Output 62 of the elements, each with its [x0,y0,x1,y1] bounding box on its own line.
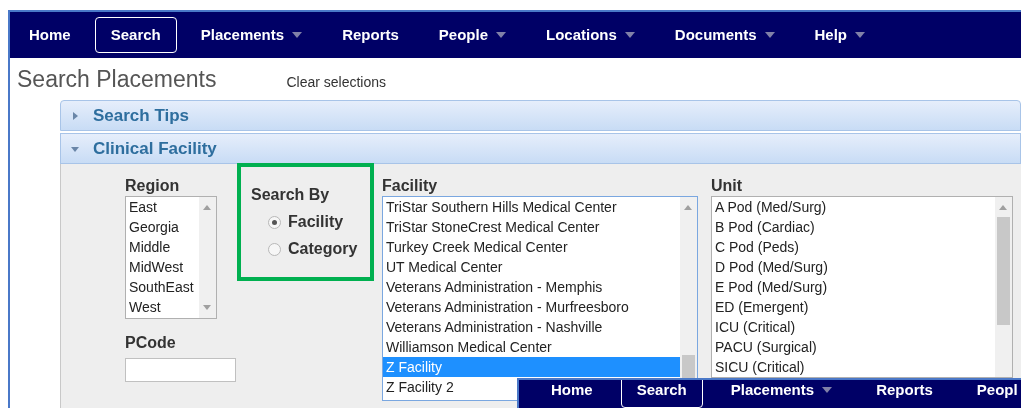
scroll-thumb[interactable] [997,217,1010,325]
field-label: Region [125,176,181,196]
list-box[interactable] [382,196,698,401]
list-box[interactable]: A Pod (Med/Surg) B Pod (Cardiac) C Pod (Peds) D Pod (Med/Surg) E Pod (Med/Surg) ED (Emergent) ICU (Critical) PACU (Surgical) SICU (Critical) [711,196,1013,378]
list-option[interactable]: E Pod (Med/Surg) [712,277,831,297]
nav-tab[interactable]: Placements [184,16,319,54]
nav-tab[interactable]: Peopl [960,380,1021,408]
list-option[interactable]: Middle [126,237,174,257]
list-option[interactable]: MidWest [126,257,187,277]
list-option[interactable]: ICU (Critical) [712,317,799,337]
list-option[interactable]: ED (Emergent) [712,297,812,317]
scroll-up-icon [203,205,211,210]
caret-right-icon [71,111,79,120]
nav-tab[interactable]: Home [535,380,609,408]
radio-button[interactable] [268,215,281,229]
list-option[interactable]: East [126,197,160,217]
radio-label: Category [288,239,358,259]
list-option[interactable]: Veterans Administration - Nashville [383,317,606,337]
list-option[interactable]: West [126,297,164,317]
list-option[interactable]: Veterans Administration - Murfreesboro [383,297,632,317]
list-option[interactable]: B Pod (Cardiac) [712,217,818,237]
radio-button[interactable] [268,242,281,256]
scroll-up-icon [999,205,1007,210]
field-label: Search By [251,185,331,205]
section-header[interactable]: Clinical Facility [60,133,1021,164]
nav-tab[interactable]: Reports [860,380,949,408]
list-option[interactable]: Z Facility 2 [383,377,457,397]
nav-tab[interactable]: Locations [530,16,651,54]
nav-tab[interactable]: Reports [326,16,415,54]
scroll-down-icon [203,305,211,310]
nav-tab[interactable]: People [422,16,522,54]
section-header[interactable]: Search Tips [60,100,1021,131]
nav-tab[interactable]: Search [620,380,703,408]
clear-selections-link[interactable]: Clear selections [286,72,387,93]
list-option[interactable]: TriStar StoneCrest Medical Center [383,217,603,237]
list-option[interactable]: Veterans Administration - Memphis [383,277,606,297]
list-option[interactable]: Turkey Creek Medical Center [383,237,571,257]
radio-label: Facility [288,212,344,232]
list-option[interactable]: TriStar Southern Hills Medical Center [383,197,620,217]
list-option[interactable]: Georgia [126,217,182,237]
list-option[interactable]: A Pod (Med/Surg) [712,197,830,217]
caret-down-icon [71,144,79,153]
field-label: Unit [711,176,744,196]
list-option[interactable]: D Pod (Med/Surg) [712,257,831,277]
input-field[interactable] [125,358,236,382]
page-title: Search Placements [17,65,217,94]
list-option[interactable]: Williamson Medical Center [383,337,555,357]
list-option[interactable]: PACU (Surgical) [712,337,820,357]
list-option[interactable]: UT Medical Center [383,257,506,277]
list-option[interactable]: C Pod (Peds) [712,237,803,257]
scroll-up-icon [684,205,692,210]
nav-tab[interactable]: Help [798,16,882,54]
nav-tab[interactable]: Search [94,16,177,54]
nav-tab[interactable]: Documents [658,16,791,54]
nav-tab[interactable]: Home [13,16,87,54]
list-box[interactable]: East Georgia Middle MidWest SouthEast West [125,196,217,319]
nav-tab[interactable]: Placements [714,380,849,408]
list-option[interactable]: SouthEast [126,277,197,297]
list-option[interactable]: SICU (Critical) [712,357,808,377]
field-label: Facility [382,176,439,196]
field-label: PCode [125,333,177,353]
scroll-thumb[interactable] [682,355,695,381]
